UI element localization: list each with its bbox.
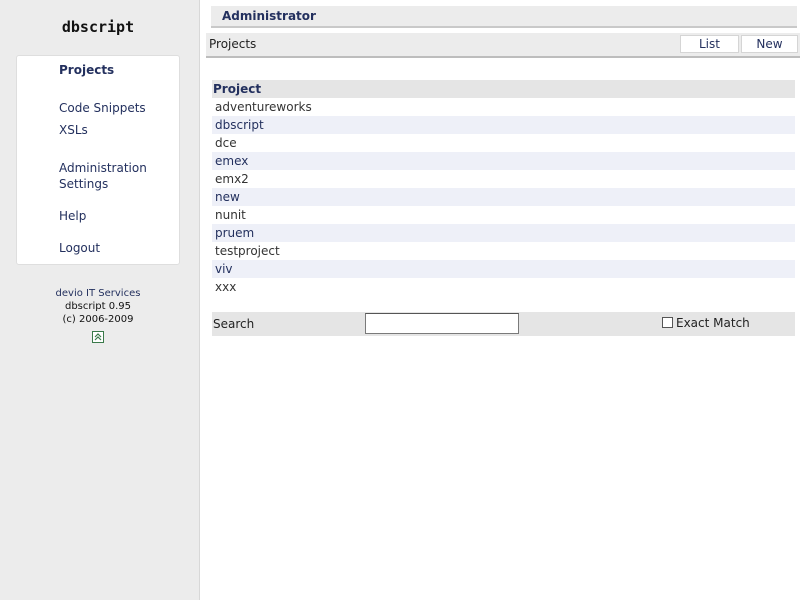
page: dbscript Projects Code Snippets XSLs Adm… bbox=[0, 0, 800, 600]
nav-item-settings[interactable]: Settings bbox=[59, 176, 108, 192]
table-row[interactable]: new bbox=[212, 188, 795, 206]
new-button[interactable]: New bbox=[741, 35, 798, 53]
breadcrumb: Projects bbox=[209, 37, 257, 51]
nav-item-projects[interactable]: Projects bbox=[59, 62, 114, 78]
table-row[interactable]: adventureworks bbox=[212, 98, 795, 116]
nav-item-xsls[interactable]: XSLs bbox=[59, 122, 88, 138]
sidebar: dbscript Projects Code Snippets XSLs Adm… bbox=[0, 0, 200, 600]
nav-item-help[interactable]: Help bbox=[59, 208, 86, 224]
admin-title: Administrator bbox=[222, 9, 316, 23]
search-label: Search bbox=[213, 317, 255, 331]
list-button[interactable]: List bbox=[680, 35, 739, 53]
nav-item-code-snippets[interactable]: Code Snippets bbox=[59, 100, 146, 116]
app-logo: dbscript bbox=[61, 18, 135, 36]
search-input[interactable] bbox=[365, 313, 519, 334]
table-row[interactable]: viv bbox=[212, 260, 795, 278]
exact-match-checkbox[interactable] bbox=[662, 317, 673, 328]
column-header-project[interactable]: Project bbox=[212, 80, 795, 98]
sidebar-footer: devio IT Services dbscript 0.95 (c) 2006… bbox=[0, 287, 196, 347]
copyright-text: (c) 2006-2009 bbox=[62, 314, 134, 325]
table-row[interactable]: xxx bbox=[212, 278, 795, 296]
scroll-top-icon[interactable] bbox=[92, 331, 104, 343]
table-row[interactable]: testproject bbox=[212, 242, 795, 260]
version-text: dbscript 0.95 bbox=[64, 301, 131, 312]
nav-item-administration[interactable]: Administration bbox=[59, 160, 147, 176]
exact-match-toggle[interactable]: Exact Match bbox=[662, 316, 750, 330]
projects-table: Project adventureworks dbscript dce emex… bbox=[212, 80, 795, 296]
table-row[interactable]: nunit bbox=[212, 206, 795, 224]
table-row[interactable]: emex bbox=[212, 152, 795, 170]
search-bar: Search Exact Match bbox=[212, 312, 795, 336]
table-row[interactable]: emx2 bbox=[212, 170, 795, 188]
company-link[interactable]: devio IT Services bbox=[0, 287, 196, 300]
nav-item-logout[interactable]: Logout bbox=[59, 240, 100, 256]
table-row[interactable]: dce bbox=[212, 134, 795, 152]
table-row[interactable]: dbscript bbox=[212, 116, 795, 134]
toolbar: Projects List New bbox=[206, 33, 800, 58]
table-body: adventureworks dbscript dce emex emx2 ne… bbox=[212, 98, 795, 296]
admin-header: Administrator bbox=[211, 6, 797, 28]
table-row[interactable]: pruem bbox=[212, 224, 795, 242]
nav-menu: Projects Code Snippets XSLs Administrati… bbox=[16, 55, 180, 265]
exact-match-label: Exact Match bbox=[676, 316, 750, 330]
